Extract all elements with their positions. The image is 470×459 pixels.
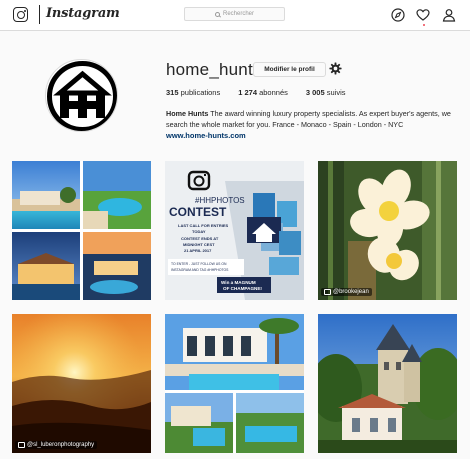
instagram-wordmark[interactable]: Instagram <box>46 6 120 21</box>
heart-icon[interactable] <box>416 8 430 22</box>
camera-icon <box>324 289 331 295</box>
posts-stat: 315 publications <box>166 88 221 97</box>
svg-text:OF CHAMPAGNE!: OF CHAMPAGNE! <box>223 286 262 291</box>
bio-text: The award winning luxury property specia… <box>166 109 451 129</box>
post-sunset-luberon[interactable]: @sl_luberonphotography <box>12 314 151 453</box>
post-villa-collage[interactable] <box>12 161 151 300</box>
photo-credit-flower: @brookejean <box>321 288 372 296</box>
profile-website-link[interactable]: www.home-hunts.com <box>166 131 246 140</box>
svg-text:INSTAGRAM AND TAG #HHPHOTOS: INSTAGRAM AND TAG #HHPHOTOS <box>171 268 229 272</box>
svg-text:LAST CALL FOR ENTRIES: LAST CALL FOR ENTRIES <box>178 223 228 228</box>
svg-text:CONTEST ENDS AT: CONTEST ENDS AT <box>181 236 219 241</box>
contest-title: CONTEST <box>169 205 227 219</box>
profile-avatar <box>45 59 118 132</box>
svg-text:Win a MAGNUM: Win a MAGNUM <box>221 280 256 285</box>
contest-hashtag: #HHPHOTOS <box>195 196 245 205</box>
post-cactus-flower[interactable]: @brookejean <box>318 161 457 300</box>
svg-text:TODAY: TODAY <box>192 229 206 234</box>
profile-bio: Home Hunts The award winning luxury prop… <box>166 109 456 130</box>
profile-person-icon[interactable] <box>442 8 456 22</box>
svg-text:21 APRIL 2017: 21 APRIL 2017 <box>184 248 212 253</box>
bio-name: Home Hunts <box>166 109 209 118</box>
logo-divider <box>39 5 40 24</box>
svg-text:TO ENTER - JUST FOLLOW US ON: TO ENTER - JUST FOLLOW US ON <box>171 262 227 266</box>
post-chateau[interactable] <box>318 314 457 453</box>
profile-username: home_hunts <box>166 60 262 79</box>
photo-credit-sunset: @sl_luberonphotography <box>15 441 98 449</box>
followers-stat[interactable]: 1 274 abonnés <box>238 88 288 97</box>
post-contest-poster[interactable]: #HHPHOTOS CONTEST LAST CALL FOR ENTRIES … <box>165 161 304 300</box>
following-stat[interactable]: 3 005 suivis <box>306 88 346 97</box>
explore-compass-icon[interactable] <box>391 8 405 22</box>
notification-dot <box>423 24 425 26</box>
settings-gear-icon[interactable] <box>329 62 342 75</box>
search-input[interactable]: Rechercher <box>184 7 285 21</box>
camera-icon <box>18 442 25 448</box>
instagram-camera-icon[interactable] <box>13 7 28 22</box>
home-hunts-logo <box>47 61 117 131</box>
profile-stats: 315 publications 1 274 abonnés 3 005 sui… <box>166 88 364 97</box>
edit-profile-button[interactable]: Modifier le profil <box>253 62 326 77</box>
search-icon <box>214 11 220 17</box>
search-placeholder: Rechercher <box>222 11 254 17</box>
post-villa-pools[interactable] <box>165 314 304 453</box>
top-navigation-bar: Instagram Rechercher <box>0 0 470 31</box>
svg-text:MIDNIGHT CEST: MIDNIGHT CEST <box>183 242 215 247</box>
